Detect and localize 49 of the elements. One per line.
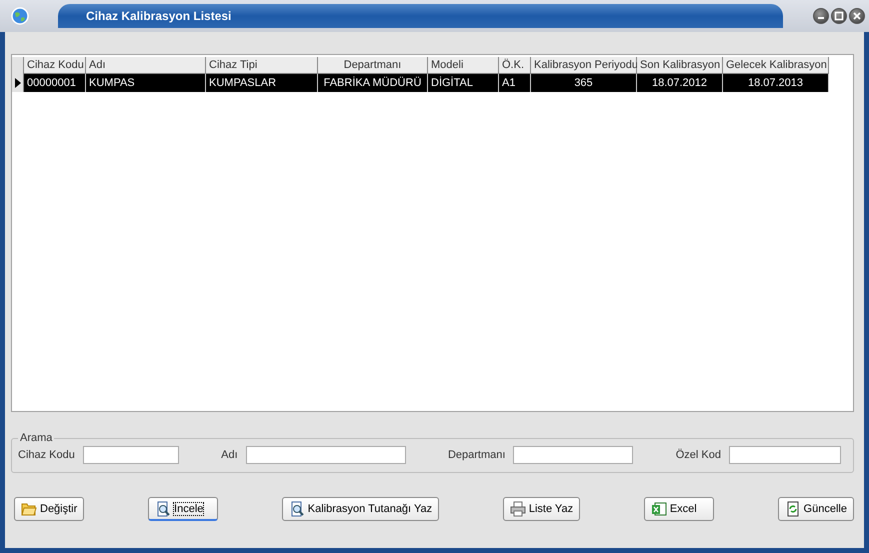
globe-icon [10, 6, 30, 26]
printer-icon [510, 501, 526, 517]
maximize-icon [834, 11, 844, 21]
column-header[interactable]: Departmanı [318, 57, 428, 74]
table-cell: 18.07.2013 [723, 74, 829, 92]
action-button[interactable]: Kalibrasyon Tutanağı Yaz [282, 497, 440, 521]
table-cell: 18.07.2012 [637, 74, 723, 92]
table-cell: KUMPASLAR [206, 74, 318, 92]
minimize-button[interactable] [813, 8, 829, 24]
refresh-icon [784, 501, 801, 517]
spreadsheet-icon [650, 501, 667, 517]
table-cell: KUMPAS [86, 74, 206, 92]
column-header[interactable]: Modeli [428, 57, 499, 74]
action-button[interactable]: Excel [644, 497, 714, 521]
input-field[interactable] [82, 446, 179, 464]
table-cell: 00000001 [24, 74, 86, 92]
column-header[interactable]: Gelecek Kalibrasyon [723, 57, 829, 74]
table-cell: 365 [531, 74, 637, 92]
table-cell: A1 [499, 74, 531, 92]
column-header[interactable]: Ö.K. [499, 57, 531, 74]
column-header[interactable]: Cihaz Tipi [206, 57, 318, 74]
input-field[interactable] [728, 446, 841, 464]
input-field[interactable] [246, 446, 406, 464]
table-cell: FABRİKA MÜDÜRÜ [318, 74, 428, 92]
close-icon [852, 11, 862, 21]
magnifier-document-icon [155, 500, 172, 516]
input-field[interactable] [513, 446, 634, 464]
field-label: Departmanı [448, 449, 506, 461]
window-title: Cihaz Kalibrasyon Listesi [86, 9, 232, 23]
action-button[interactable]: İncele [148, 497, 218, 521]
close-button[interactable] [849, 8, 865, 24]
field-label: Özel Kod [676, 449, 721, 461]
field-label: Cihaz Kodu [18, 449, 75, 461]
action-button[interactable]: Liste Yaz [502, 497, 580, 521]
row-pointer-icon [14, 78, 20, 88]
column-header[interactable]: Kalibrasyon Periyodu [531, 57, 637, 74]
action-button[interactable]: Değiştir [14, 497, 84, 521]
table-row[interactable]: 00000001 KUMPAS KUMPASLAR FABRİKA MÜDÜRÜ DİGİTAL A1 365 18.07.2012 18.07.2013 [12, 74, 853, 92]
maximize-button[interactable] [831, 8, 847, 24]
header-corner [12, 57, 24, 74]
table-cell: DİGİTAL [428, 74, 499, 92]
action-button[interactable]: Güncelle [778, 497, 854, 521]
magnifier-document-icon [288, 501, 305, 517]
folder-icon [21, 502, 37, 516]
column-header[interactable]: Cihaz Kodu [24, 57, 86, 74]
column-header[interactable]: Son Kalibrasyon [637, 57, 723, 74]
group-title: Arama [19, 432, 54, 444]
field-label: Adı [221, 449, 238, 461]
column-header[interactable]: Adı [86, 57, 206, 74]
